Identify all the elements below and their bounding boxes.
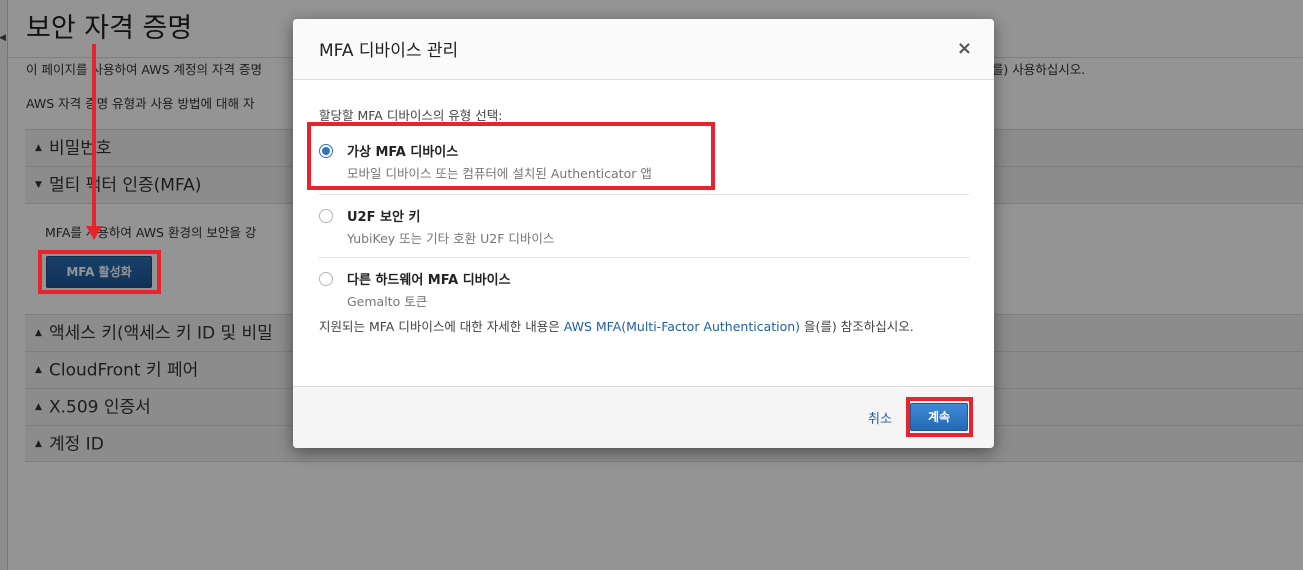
option-u2f-key-subtitle: YubiKey 또는 기타 호환 U2F 디바이스 [347, 231, 555, 246]
annotation-highlight-enable-button [38, 250, 161, 294]
option-u2f-key-title: U2F 보안 키 [347, 210, 421, 225]
option-hardware-mfa[interactable]: 다른 하드웨어 MFA 디바이스 Gemalto 토큰 [319, 258, 969, 310]
radio-u2f-key[interactable] [319, 209, 333, 223]
radio-hardware-mfa[interactable] [319, 272, 333, 286]
info-prefix: 지원되는 MFA 디바이스에 대한 자세한 내용은 [319, 319, 564, 334]
annotation-arrow [92, 44, 96, 229]
option-hardware-mfa-subtitle: Gemalto 토큰 [347, 294, 428, 309]
annotation-highlight-continue [906, 397, 973, 437]
cancel-button[interactable]: 취소 [868, 408, 892, 427]
annotation-arrow-head [86, 226, 102, 240]
option-u2f-key[interactable]: U2F 보안 키 YubiKey 또는 기타 호환 U2F 디바이스 [319, 195, 969, 258]
modal-header: MFA 디바이스 관리 × [293, 19, 994, 80]
close-icon[interactable]: × [957, 38, 972, 59]
annotation-highlight-virtual-mfa [307, 122, 715, 190]
aws-mfa-link[interactable]: AWS MFA(Multi-Factor Authentication) [564, 319, 800, 334]
security-credentials-page: ◀ 보안 자격 증명 이 페이지를 사용하여 AWS 계정의 자격 증명 (를)… [0, 0, 1303, 570]
mfa-info-text: 지원되는 MFA 디바이스에 대한 자세한 내용은 AWS MFA(Multi-… [319, 316, 964, 337]
mfa-device-modal: MFA 디바이스 관리 × 할당할 MFA 디바이스의 유형 선택: 가상 MF… [293, 19, 994, 448]
info-suffix: 을(를) 참조하십시오. [800, 319, 914, 334]
modal-footer: 취소 계속 [293, 386, 994, 448]
modal-title: MFA 디바이스 관리 [319, 41, 459, 61]
option-hardware-mfa-title: 다른 하드웨어 MFA 디바이스 [347, 273, 511, 288]
